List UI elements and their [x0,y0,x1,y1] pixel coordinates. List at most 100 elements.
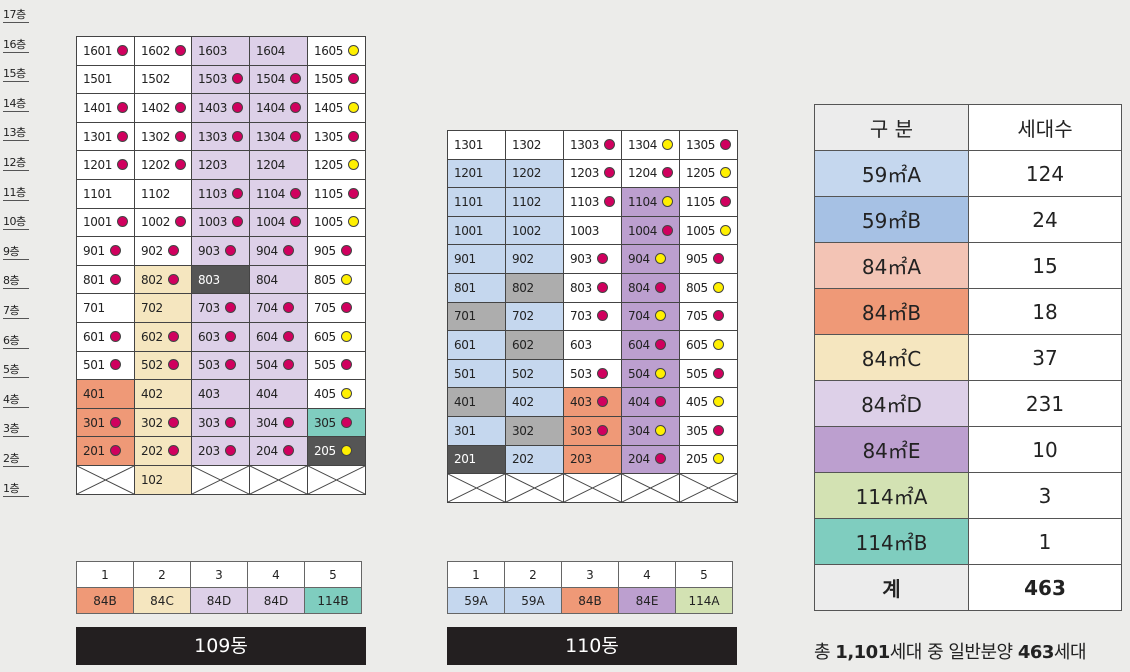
unit-number: 503 [198,358,220,373]
unit-cell: 1402 [134,93,192,123]
magenta-dot-icon [231,101,243,113]
summary-count: 3 [968,472,1122,519]
unit-number: 1103 [198,186,227,201]
summary-count: 10 [968,426,1122,473]
summary-total-label: 계 [814,564,969,611]
unit-cell: 1103 [191,178,250,209]
magenta-dot-icon [167,273,179,285]
magenta-dot-icon [340,244,352,256]
unit-number: 803 [570,280,592,295]
floor-label: 17층 [3,8,29,23]
unit-cell: 1203 [563,158,622,189]
unit-cell: 1302 [134,121,192,152]
summary-row: 84㎡B 18 [814,288,1122,335]
line-unit-type: 84E [618,587,676,614]
unit-cell: 1501 [76,64,135,95]
unit-number: 102 [141,472,163,487]
unit-number: 301 [454,423,476,438]
unit-cell [191,464,250,495]
unit-cell: 504 [621,358,680,389]
summary-row: 114㎡A 3 [814,472,1122,519]
unit-number: 205 [686,452,708,467]
yellow-dot-icon [340,445,352,457]
floor-label: 7층 [3,304,29,319]
magenta-dot-icon [109,244,121,256]
unit-number: 202 [512,452,534,467]
unit-number: 705 [686,309,708,324]
unit-number: 1002 [512,223,541,238]
floor-row: 1501 1502 1503 1504 1505 [76,64,366,95]
summary-count: 1 [968,518,1122,565]
unit-number: 204 [628,452,650,467]
no-unit-cross-icon [680,474,737,502]
floor-label: 6층 [3,334,29,349]
floor-row: 1201 1202 1203 1204 1205 [76,150,366,180]
unit-number: 502 [512,366,534,381]
unit-number: 602 [512,337,534,352]
unit-cell: 903 [563,244,622,274]
unit-cell: 501 [447,358,506,389]
unit-cell [679,473,738,504]
summary-row: 114㎡B 1 [814,518,1122,565]
unit-number: 905 [314,243,336,258]
unit-cell: 1502 [134,64,192,95]
floor-row: 901 902 903 904 905 [76,236,366,266]
floor-row: 801 802 803 804 805 [76,264,366,295]
unit-number: 1501 [83,72,112,87]
unit-cell [249,464,308,495]
building-109-label: 109동 [76,627,366,665]
line-unit-type: 84B [561,587,619,614]
unit-number: 1003 [570,223,599,238]
unit-number: 505 [314,358,336,373]
unit-number: 901 [454,252,476,267]
floor-row: 102 [76,464,366,495]
unit-number: 1203 [570,166,599,181]
yellow-dot-icon [340,387,352,399]
unit-cell: 1303 [191,121,250,152]
unit-cell: 605 [679,330,738,360]
no-unit-cross-icon [192,466,249,494]
unit-number: 1105 [686,194,715,209]
magenta-dot-icon [282,330,294,342]
building-109-line-legend: 1 2 3 4 5 84B 84C 84D 84D 114B [76,561,362,614]
unit-number: 1305 [686,137,715,152]
unit-cell: 1003 [563,215,622,246]
magenta-dot-icon [231,187,243,199]
floor-label: 1층 [3,482,29,497]
magenta-dot-icon [603,138,615,150]
unit-number: 801 [454,280,476,295]
unit-cell: 604 [621,330,680,360]
unit-number: 304 [256,415,278,430]
yellow-dot-icon [712,338,724,350]
unit-number: 1502 [141,72,170,87]
magenta-dot-icon [340,302,352,314]
unit-cell: 1102 [505,187,564,217]
yellow-dot-icon [712,396,724,408]
magenta-dot-icon [712,310,724,322]
unit-cell: 705 [679,301,738,332]
yellow-dot-icon [719,224,731,236]
unit-number: 1404 [256,100,285,115]
magenta-dot-icon [224,302,236,314]
unit-cell: 502 [505,358,564,389]
unit-cell [621,473,680,504]
unit-summary-table: 구 분 세대수 59㎡A 124 59㎡B 24 84㎡A 15 84㎡B 18 84㎡C 37 84㎡… [814,104,1122,611]
unit-number: 1604 [256,43,285,58]
unit-number: 402 [512,395,534,410]
unit-number: 1603 [198,43,227,58]
summary-count: 231 [968,380,1122,427]
unit-cell: 301 [447,415,506,446]
unit-cell [505,473,564,504]
magenta-dot-icon [340,416,352,428]
unit-cell: 1001 [447,215,506,246]
floor-row: 701 702 703 704 705 [447,301,738,332]
unit-cell: 1101 [76,178,135,209]
unit-number: 503 [570,366,592,381]
magenta-dot-icon [167,244,179,256]
unit-number: 204 [256,444,278,459]
unit-number: 1401 [83,100,112,115]
line-number: 2 [504,561,562,588]
unit-cell: 402 [134,379,192,409]
unit-cell: 801 [76,264,135,295]
summary-type: 84㎡E [814,426,969,473]
